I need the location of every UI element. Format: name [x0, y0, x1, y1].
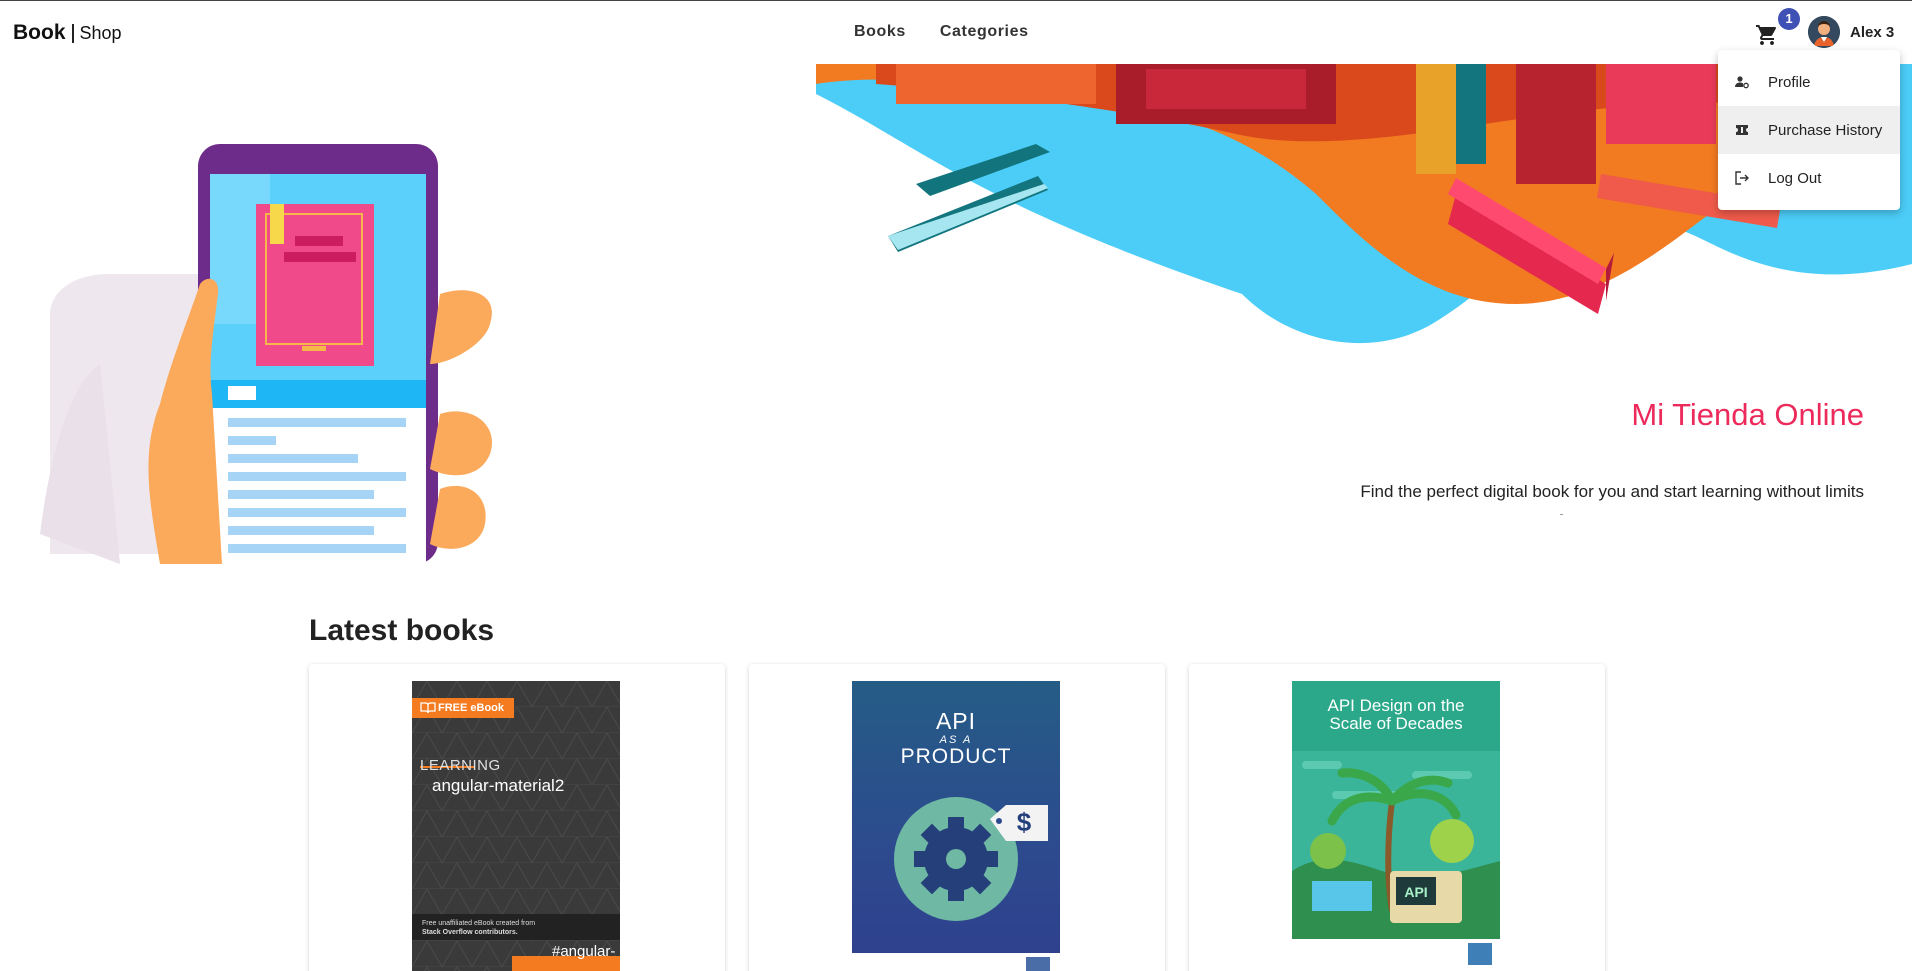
ticket-icon [1734, 122, 1750, 138]
avatar [1808, 16, 1840, 48]
hero-subtitle: Find the perfect digital book for you an… [1360, 482, 1864, 501]
cover-note-line1: Free unaffiliated eBook created from [422, 920, 536, 927]
cover-note-line2: Stack Overflow contributors. [422, 929, 518, 936]
hero-title: Mi Tienda Online [1631, 397, 1864, 432]
cover-line2: angular-material2 [432, 776, 565, 795]
user-menu-trigger[interactable]: Alex 3 [1808, 16, 1894, 48]
menu-item-label: Log Out [1768, 169, 1822, 187]
cart-count-badge: 1 [1778, 8, 1800, 30]
brand-logo[interactable]: Book Shop [13, 21, 122, 45]
cover-line1: LEARNING [420, 757, 501, 774]
cover-tag: #angular- [552, 943, 616, 960]
phone-illustration [40, 144, 492, 564]
book-open-icon [420, 702, 436, 714]
person-settings-icon [1734, 74, 1750, 90]
logout-icon [1734, 170, 1750, 186]
menu-item-purchase-history[interactable]: Purchase History [1718, 106, 1900, 154]
book-card[interactable]: API Design on the Scale of Decades API [1189, 664, 1605, 971]
book-card[interactable]: API AS A PRODUCT $ [749, 664, 1165, 971]
hero-indicator [1560, 514, 1563, 515]
book-cover[interactable]: FREE eBook LEARNING angular-material2 Fr… [412, 681, 620, 971]
cover-note: Free unaffiliated eBook created from Stac… [412, 914, 620, 940]
menu-item-label: Profile [1768, 73, 1811, 91]
gear-icon: $ [852, 797, 1060, 971]
brand-separator [71, 23, 74, 43]
svg-text:$: $ [1017, 807, 1032, 837]
cart-icon[interactable] [1754, 23, 1780, 47]
menu-item-profile[interactable]: Profile [1718, 58, 1900, 106]
main-nav: Books Categories [854, 23, 1029, 41]
nav-categories[interactable]: Categories [940, 23, 1029, 41]
book-cards: FREE eBook LEARNING angular-material2 Fr… [309, 664, 1605, 971]
user-name: Alex 3 [1850, 23, 1895, 41]
brand-primary: Book [13, 21, 66, 44]
book-card[interactable]: FREE eBook LEARNING angular-material2 Fr… [309, 664, 725, 971]
jungle-illustration: API [1292, 751, 1500, 971]
latest-books-title: Latest books [309, 614, 495, 647]
cover-api-label: API [1404, 884, 1427, 900]
user-dropdown-menu: Profile Purchase History Log Out [1718, 50, 1900, 210]
book-cover[interactable]: API Design on the Scale of Decades API [1292, 681, 1500, 971]
menu-item-logout[interactable]: Log Out [1718, 154, 1900, 202]
book-cover[interactable]: API AS A PRODUCT $ [852, 681, 1060, 971]
top-navbar: Book Shop Books Categories 1 Alex 3 [0, 1, 1912, 64]
menu-item-label: Purchase History [1768, 121, 1883, 139]
brand-secondary: Shop [79, 22, 122, 43]
nav-books[interactable]: Books [854, 23, 906, 41]
hero-banner: Mi Tienda Online Find the perfect digita… [0, 64, 1912, 564]
